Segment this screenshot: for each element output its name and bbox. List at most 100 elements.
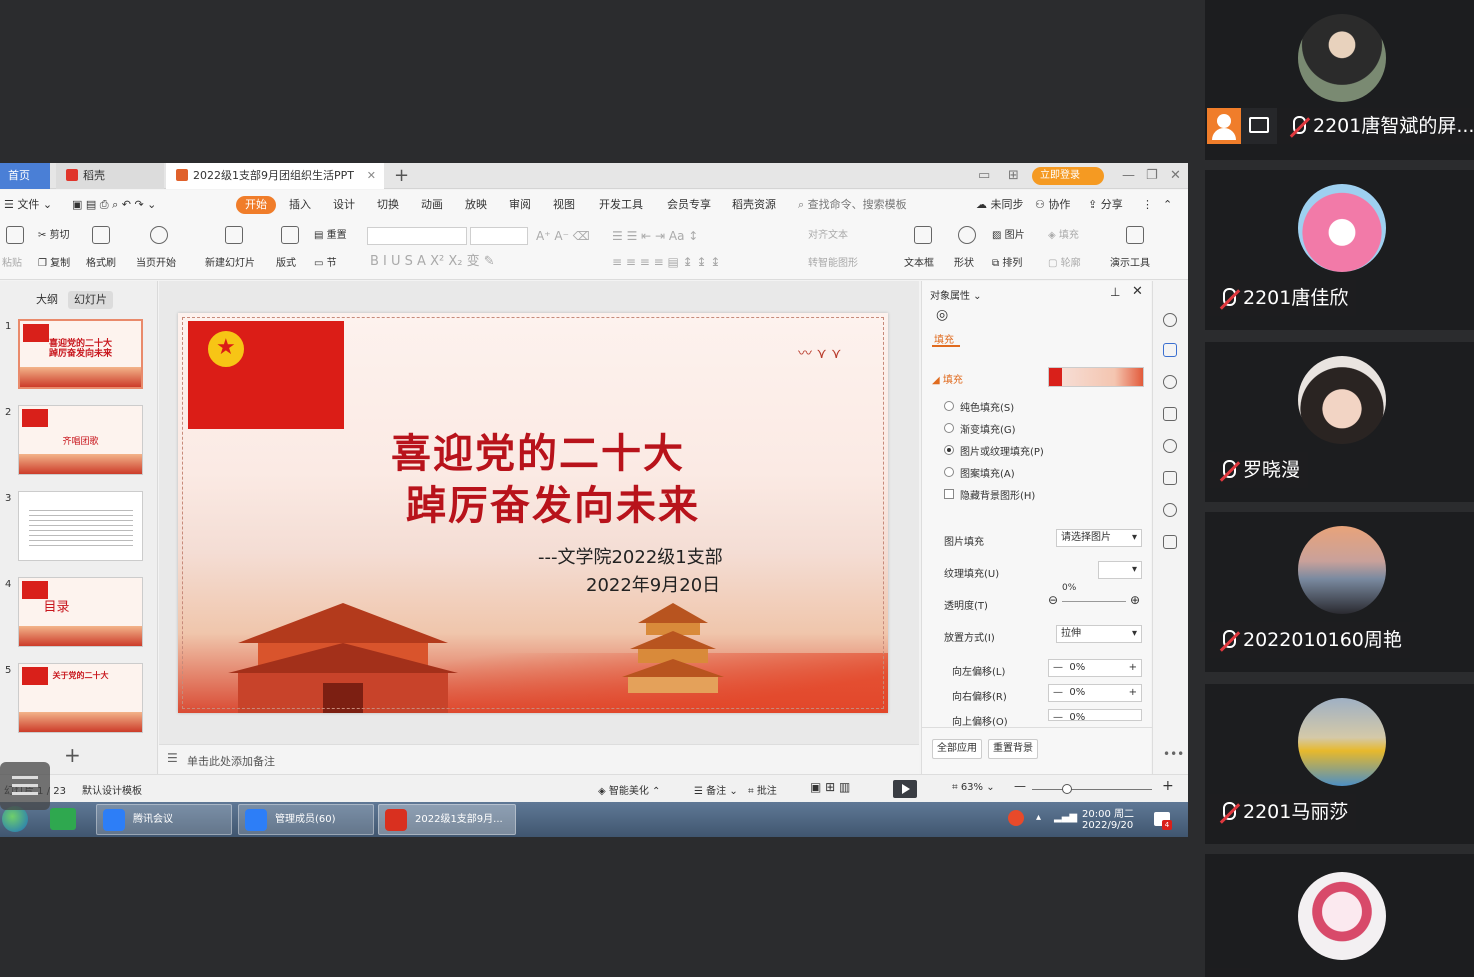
menu-start[interactable]: 开始 [236,196,276,214]
placement-select[interactable]: 拉伸 ▾ [1056,625,1142,643]
help-icon[interactable] [1163,439,1177,453]
presentation-tools-icon[interactable] [1126,226,1144,244]
pin-icon[interactable]: ⊥ [1110,285,1120,299]
participant-tile[interactable]: 罗晓漫 [1205,342,1474,502]
properties-icon[interactable] [1163,343,1177,357]
tab-document[interactable]: 2022级1支部9月团组织生活PPT ✕ [166,163,384,189]
close-tab-icon[interactable]: ✕ [367,163,376,189]
presentation-tools-button[interactable]: 演示工具 [1110,258,1150,270]
more-icon[interactable]: ••• [1163,747,1184,761]
reset-background-button[interactable]: 重置背景 [988,739,1038,759]
menu-review[interactable]: 审阅 [509,198,531,212]
share-button[interactable]: ⇪ 分享 [1088,198,1123,212]
slide-thumbnail-5[interactable]: 关于党的二十大 [18,663,143,733]
menu-view[interactable]: 视图 [553,198,575,212]
template-name[interactable]: 默认设计模板 [82,782,142,797]
section-button[interactable]: ▭ 节 [314,258,337,270]
list-buttons[interactable]: ☰ ☰ ⇤ ⇥ Aa ↕ [612,230,698,242]
zoom-fit-button[interactable]: ⌗ 63% ⌄ [952,782,995,793]
menu-insert[interactable]: 插入 [289,198,311,212]
slideshow-play-button[interactable] [893,780,917,798]
view-mode-buttons[interactable]: ▣ ⊞ ▥ [810,780,850,794]
sync-status[interactable]: ☁ 未同步 [976,198,1024,212]
more-icon[interactable]: ⋮ [1142,198,1153,212]
menu-slideshow[interactable]: 放映 [465,198,487,212]
shape-button[interactable]: 形状 [954,258,974,270]
command-search[interactable]: ⌕ 查找命令、搜索模板 [798,198,907,212]
close-pane-icon[interactable]: ✕ [1132,284,1143,299]
participant-tile[interactable]: 2022010160周艳 [1205,512,1474,672]
cut-button[interactable]: ✂ 剪切 [38,230,70,242]
slide-thumbnail-2[interactable]: 齐唱团歌 [18,405,143,475]
menu-animation[interactable]: 动画 [421,198,443,212]
reset-button[interactable]: ▤ 重置 [314,230,347,242]
slide-thumbnail-3[interactable] [18,491,143,561]
textbox-icon[interactable] [914,226,932,244]
texture-fill-select[interactable]: ▾ [1098,561,1142,579]
participant-tile[interactable]: 2201唐智斌的屏... [1205,0,1474,160]
new-slide-button[interactable]: 新建幻灯片 [205,258,255,270]
format-painter-button[interactable]: 格式刷 [86,258,116,270]
play-icon[interactable] [150,226,168,244]
transparency-slider[interactable] [1062,601,1126,602]
zoom-in-button[interactable]: + [1162,778,1174,794]
menu-docer-resources[interactable]: 稻壳资源 [732,198,776,212]
outline-button[interactable]: ▢ 轮廓 [1048,258,1081,270]
font-family-select[interactable] [367,227,467,245]
layout-icon[interactable]: ▭ [978,163,990,189]
minimize-icon[interactable]: — [1122,163,1135,189]
apply-all-button[interactable]: 全部应用 [932,739,982,759]
fill-tab[interactable]: 填充 [934,331,954,346]
layout-button[interactable]: 版式 [276,258,296,270]
zoom-slider[interactable] [1032,789,1152,790]
pattern-fill-radio[interactable] [944,467,954,477]
participant-tile[interactable] [1205,854,1474,977]
paste-button[interactable]: 粘贴 [2,258,22,270]
align-text-button[interactable]: 对齐文本 [808,230,848,242]
notes-placeholder[interactable]: 单击此处添加备注 [187,753,275,769]
picture-icon[interactable] [1163,471,1177,485]
layout-icon[interactable] [281,226,299,244]
transparency-plus-icon[interactable]: ⊕ [1130,593,1140,607]
picture-fill-select[interactable]: 请选择图片 ▾ [1056,529,1142,547]
taskbar-time[interactable]: 20:00 周二 [1082,805,1134,820]
offset-up-stepper[interactable]: — 0% [1048,709,1142,721]
add-slide-button[interactable]: + [64,743,81,767]
menu-transition[interactable]: 切换 [377,198,399,212]
file-menu[interactable]: ☰ 文件 ⌄ [4,198,52,212]
new-tab-button[interactable]: + [394,163,409,189]
arrange-button[interactable]: ⧉ 排列 [992,258,1022,270]
transparency-minus-icon[interactable]: ⊖ [1048,593,1058,607]
hide-bg-checkbox[interactable] [944,489,954,499]
grid-icon[interactable]: ⊞ [1008,163,1019,189]
login-button[interactable]: 立即登录 [1032,167,1104,185]
format-painter-icon[interactable] [92,226,110,244]
taskbar-date[interactable]: 2022/9/20 [1082,820,1133,831]
media-player-icon[interactable] [50,808,76,830]
solid-fill-radio[interactable] [944,401,954,411]
fill-section-toggle[interactable]: ◢ 填充 [932,371,963,386]
rocket-icon[interactable] [1163,313,1177,327]
sogou-ime-icon[interactable] [1008,810,1024,826]
collaborate-button[interactable]: ⚇ 协作 [1035,198,1070,212]
slide-thumbnail-4[interactable]: 目录 [18,577,143,647]
slide-canvas[interactable]: 〰 ⋎ ⋎ 喜迎党的二十大 踔厉奋发向未来 ---文学院2022级1支部 202… [178,313,888,713]
align-buttons[interactable]: ≡ ≡ ≡ ≡ ▤ ↨ ↨ ↨ [612,256,720,268]
shape-icon[interactable] [958,226,976,244]
props-header[interactable]: 对象属性 ⌄ [930,287,982,302]
font-size-buttons[interactable]: A⁺ A⁻ ⌫ [536,230,590,242]
convert-smartart-button[interactable]: 转智能图形 [808,258,858,270]
menu-member[interactable]: 会员专享 [667,198,711,212]
location-icon[interactable] [1163,503,1177,517]
fill-button[interactable]: ◈ 填充 [1048,230,1079,242]
tab-home[interactable]: 首页 [0,163,50,189]
transition-icon[interactable] [1163,407,1177,421]
taskbar-tencent-meeting[interactable]: 腾讯会议 [96,804,232,835]
restore-icon[interactable]: ❐ [1146,163,1158,189]
picture-button[interactable]: ▨ 图片 [992,230,1025,242]
comments-button[interactable]: ⌗ 批注 [748,782,777,797]
offset-right-stepper[interactable]: — 0% + [1048,684,1142,702]
zoom-out-button[interactable]: — [1014,779,1026,793]
participant-tile[interactable]: 2201唐佳欣 [1205,170,1474,330]
paste-icon[interactable] [6,226,24,244]
